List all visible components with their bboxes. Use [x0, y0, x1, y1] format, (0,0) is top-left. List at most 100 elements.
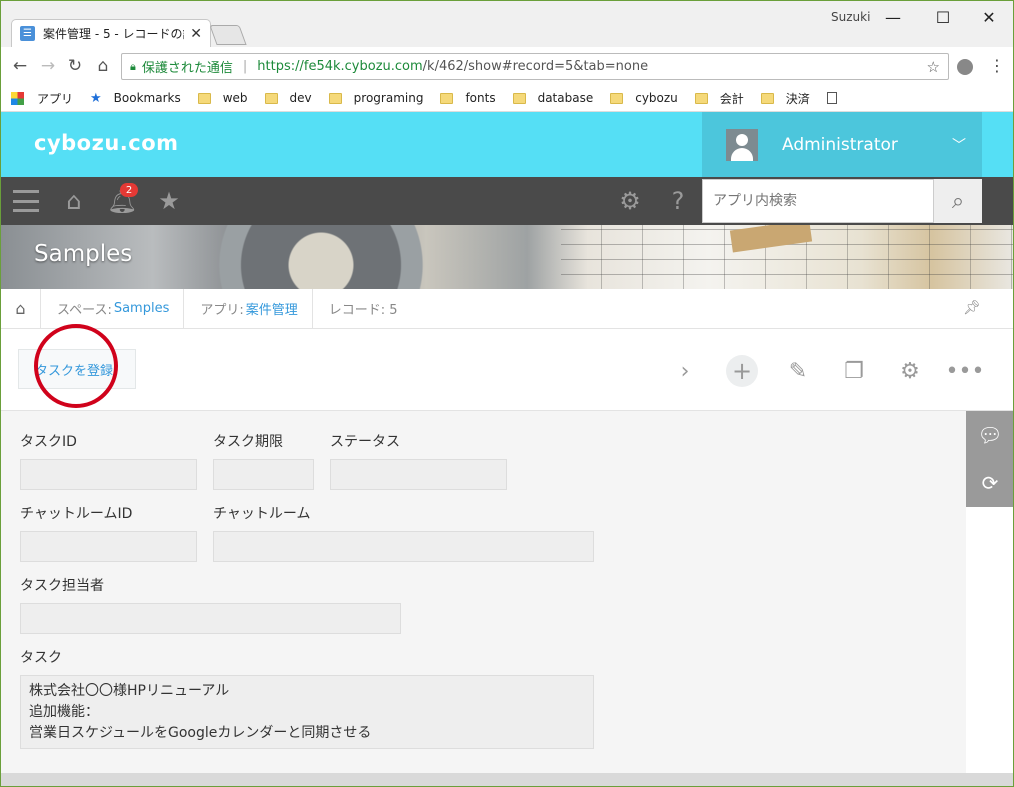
field-label: タスク [20, 650, 62, 666]
bookmark-label: 決済 [785, 91, 810, 106]
minimize-icon[interactable]: — [873, 5, 913, 29]
field-label: タスク担当者 [20, 578, 104, 594]
url-path: /k/462/show#record=5&tab=none [422, 59, 649, 74]
field-label: ステータス [330, 434, 400, 450]
bookmark-database[interactable]: database [512, 91, 594, 105]
field-task-id: タスクID [20, 431, 197, 490]
secure-label: 保護された通信 [141, 61, 233, 76]
footer-bar [1, 773, 1013, 786]
bookmark-kessai[interactable]: 決済 [760, 90, 810, 107]
field-label: タスク期限 [213, 434, 283, 450]
field-assignee: タスク担当者 [20, 575, 401, 634]
bookmark-label: dev [289, 91, 312, 105]
space-title: Samples [34, 241, 133, 267]
task-text-line: 営業日スケジュールをGoogleカレンダーと同期させる [29, 725, 372, 741]
field-chatroom-id: チャットルームID [20, 503, 197, 562]
comment-icon[interactable]: 💬︎ [966, 411, 1013, 459]
search-icon[interactable]: ⌕ [934, 179, 982, 223]
record-detail: タスクID タスク期限 ステータス チャットルームID チャットルーム タスク担… [1, 411, 966, 773]
space-banner: Samples [1, 225, 1013, 289]
bookmark-star-icon[interactable]: ☆ [927, 58, 940, 76]
banner-gear-image [201, 225, 441, 289]
help-icon[interactable]: ? [664, 187, 692, 215]
home-icon[interactable]: ⌂ [92, 55, 114, 77]
title-bar: ☰ 案件管理 - 5 - レコードの詳 ✕ Suzuki — ☐ ✕ [1, 1, 1013, 47]
field-value [20, 459, 197, 490]
folder-icon [694, 92, 708, 104]
browser-toolbar: ← → ↻ ⌂ 🔒︎ 保護された通信 | https://fe54k.cyboz… [1, 47, 1013, 85]
app-favicon-icon: ☰ [20, 26, 35, 41]
field-label: チャットルーム [213, 506, 311, 522]
next-record-icon[interactable]: › [669, 355, 701, 387]
bookmark-web[interactable]: web [197, 91, 248, 105]
user-name: Administrator [782, 134, 898, 155]
field-chatroom: チャットルーム [213, 503, 594, 562]
breadcrumb-space-link[interactable]: Samples [114, 301, 170, 316]
field-label: チャットルームID [20, 506, 133, 522]
address-bar[interactable]: 🔒︎ 保護された通信 | https://fe54k.cybozu.com /k… [121, 53, 949, 80]
bookmark-apps[interactable]: アプリ [11, 90, 73, 107]
hamburger-menu-icon[interactable] [13, 190, 39, 212]
task-text-line: 株式会社〇〇様HPリニューアル [29, 683, 230, 699]
field-value [213, 459, 314, 490]
url-host: https://fe54k.cybozu.com [257, 59, 423, 74]
more-options-icon[interactable]: ••• [946, 355, 985, 387]
app-search-input[interactable] [702, 179, 934, 223]
bookmark-label: programing [353, 91, 424, 105]
bookmark-label: 会計 [719, 91, 744, 106]
breadcrumb-app-prefix: アプリ: [200, 303, 244, 318]
pin-icon[interactable]: 📌︎ [963, 300, 981, 316]
bookmark-dev[interactable]: dev [264, 91, 312, 105]
edit-icon[interactable]: ✎ [782, 355, 814, 387]
avatar [726, 128, 758, 161]
folder-icon [610, 92, 624, 104]
bookmark-label: fonts [465, 91, 496, 105]
favorite-star-icon[interactable]: ★ [156, 187, 182, 215]
bookmark-kaikei[interactable]: 会計 [694, 90, 744, 107]
folder-icon [512, 92, 526, 104]
address-separator: | [242, 59, 248, 74]
bookmark-label: database [537, 91, 594, 105]
browser-menu-icon[interactable]: ⋮ [989, 56, 1005, 75]
bookmark-bookmarks[interactable]: ★ Bookmarks [90, 91, 181, 106]
bookmarks-bar: アプリ ★ Bookmarks web dev programing fonts … [1, 85, 1013, 112]
reload-icon[interactable]: ↻ [64, 55, 86, 77]
new-tab-button[interactable] [209, 25, 247, 45]
bookmark-programing[interactable]: programing [328, 91, 424, 105]
tab-close-icon[interactable]: ✕ [190, 26, 202, 42]
settings-gear-icon[interactable]: ⚙ [894, 355, 926, 387]
bookmark-label: web [222, 91, 248, 105]
record-action-bar: タスクを登録 › + ✎ ❐ ⚙ ••• [1, 329, 1013, 411]
bookmark-cybozu[interactable]: cybozu [610, 91, 678, 105]
home-icon[interactable]: ⌂ [61, 187, 87, 215]
back-icon[interactable]: ← [9, 55, 31, 77]
folder-icon [264, 92, 278, 104]
breadcrumb-space-prefix: スペース: [57, 303, 112, 318]
field-value [213, 531, 594, 562]
close-window-icon[interactable]: ✕ [969, 5, 1009, 29]
bookmark-label: cybozu [635, 91, 678, 105]
breadcrumb-app-link[interactable]: 案件管理 [246, 299, 298, 318]
gear-icon[interactable]: ⚙ [616, 187, 644, 215]
cybozu-logo[interactable]: cybozu.com [34, 131, 179, 155]
breadcrumb-record-label: レコード: 5 [328, 303, 398, 318]
page-icon [826, 92, 837, 104]
field-value [330, 459, 507, 490]
apps-grid-icon [11, 91, 24, 105]
browser-window: ☰ 案件管理 - 5 - レコードの詳 ✕ Suzuki — ☐ ✕ ← → ↻… [0, 0, 1014, 787]
add-record-icon[interactable]: + [726, 355, 758, 387]
folder-icon [440, 92, 454, 104]
maximize-icon[interactable]: ☐ [923, 5, 963, 29]
user-menu[interactable]: Administrator ﹀ [702, 112, 982, 177]
tab-title: 案件管理 - 5 - レコードの詳 [43, 27, 185, 41]
forward-icon[interactable]: → [37, 55, 59, 77]
breadcrumb-app: アプリ: 案件管理 [184, 288, 313, 329]
copy-document-icon[interactable]: ❐ [838, 355, 870, 387]
breadcrumb-home-icon[interactable]: ⌂ [1, 288, 41, 329]
browser-tab[interactable]: ☰ 案件管理 - 5 - レコードの詳 ✕ [11, 19, 211, 47]
extension-icon[interactable] [957, 59, 973, 75]
bookmark-fonts[interactable]: fonts [440, 91, 496, 105]
bookmark-page[interactable] [826, 92, 837, 104]
history-icon[interactable]: ⟳ [966, 459, 1013, 507]
task-text-line: 追加機能： [29, 704, 99, 720]
